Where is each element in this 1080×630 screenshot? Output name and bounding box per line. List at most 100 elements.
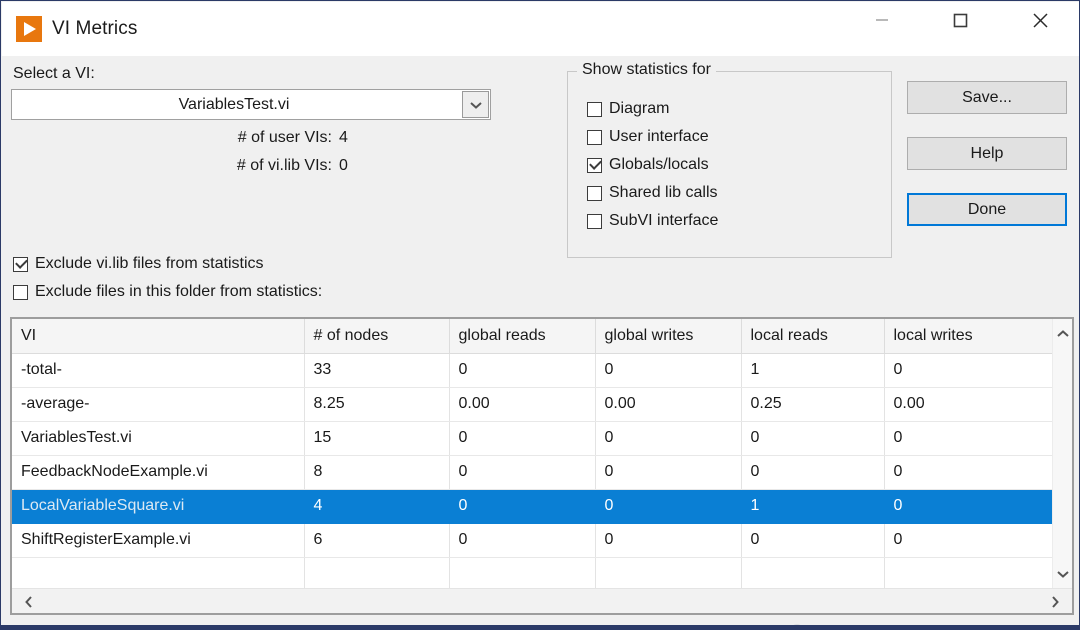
stat-checkbox-shared-lib-calls[interactable]: Shared lib calls — [587, 184, 718, 202]
vilib-vis-label: # of vi.lib VIs: — [72, 157, 332, 175]
column-header-global-reads[interactable]: global reads — [449, 319, 595, 353]
cell-local-writes: 0 — [884, 353, 1052, 387]
cell-global-reads: 0 — [449, 455, 595, 489]
table-row[interactable]: -average- 8.25 0.00 0.00 0.25 0.00 — [12, 387, 1052, 421]
cell-local-reads: 0 — [741, 421, 884, 455]
cell-global-writes: 0 — [595, 455, 741, 489]
metrics-table: VI # of nodes global reads global writes… — [12, 319, 1052, 592]
cell-nodes: 6 — [304, 523, 449, 557]
cell-global-reads: 0 — [449, 489, 595, 523]
close-icon — [1032, 12, 1049, 29]
select-vi-label: Select a VI: — [13, 65, 95, 83]
cell-global-reads: 0 — [449, 421, 595, 455]
cell-global-reads: 0.00 — [449, 387, 595, 421]
exclude-folder-label: Exclude files in this folder from statis… — [35, 283, 322, 301]
maximize-button[interactable] — [937, 2, 983, 38]
cell-nodes: 4 — [304, 489, 449, 523]
chevron-left-icon — [24, 595, 34, 609]
cell-global-writes: 0 — [595, 421, 741, 455]
chevron-down-icon — [1056, 569, 1070, 579]
column-header-vi[interactable]: VI — [12, 319, 304, 353]
stat-checkbox-label: Globals/locals — [609, 156, 709, 174]
table-row[interactable]: ShiftRegisterExample.vi 6 0 0 0 0 — [12, 523, 1052, 557]
chevron-up-icon — [1056, 329, 1070, 339]
vi-select-dropdown[interactable]: VariablesTest.vi — [11, 89, 491, 120]
table-row[interactable]: FeedbackNodeExample.vi 8 0 0 0 0 — [12, 455, 1052, 489]
labview-run-arrow-icon — [16, 16, 42, 42]
stat-checkbox-globals-locals[interactable]: Globals/locals — [587, 156, 709, 174]
table-row-selected[interactable]: LocalVariableSquare.vi 4 0 0 1 0 — [12, 489, 1052, 523]
exclude-vilib-label: Exclude vi.lib files from statistics — [35, 255, 264, 273]
stat-checkbox-label: User interface — [609, 128, 709, 146]
cell-local-reads: 0.25 — [741, 387, 884, 421]
stat-checkbox-label: SubVI interface — [609, 212, 718, 230]
title-bar: VI Metrics — [2, 2, 1080, 56]
cell-local-writes: 0 — [884, 455, 1052, 489]
scroll-up-button[interactable] — [1053, 324, 1073, 344]
cell-local-reads — [741, 557, 884, 591]
stat-checkbox-subvi-interface[interactable]: SubVI interface — [587, 212, 718, 230]
exclude-folder-checkbox-row[interactable]: Exclude files in this folder from statis… — [13, 283, 322, 301]
cell-nodes — [304, 557, 449, 591]
cell-vi: ShiftRegisterExample.vi — [12, 523, 304, 557]
vi-metrics-window: VI Metrics Select a VI: VariablesTest.vi — [0, 0, 1080, 630]
cell-global-reads — [449, 557, 595, 591]
cell-local-writes: 0 — [884, 489, 1052, 523]
scroll-right-button[interactable] — [1044, 591, 1066, 613]
checkbox-unchecked-icon[interactable] — [587, 130, 602, 145]
checkbox-unchecked-icon[interactable] — [587, 214, 602, 229]
close-button[interactable] — [1017, 2, 1063, 38]
checkbox-unchecked-icon[interactable] — [13, 285, 28, 300]
maximize-icon — [953, 13, 968, 28]
window-title: VI Metrics — [52, 18, 137, 40]
bottom-edge-strip — [1, 625, 1080, 629]
scroll-left-button[interactable] — [18, 591, 40, 613]
metrics-table-container: VI # of nodes global reads global writes… — [10, 317, 1074, 615]
cell-local-reads: 1 — [741, 353, 884, 387]
client-area: Select a VI: VariablesTest.vi # of user … — [2, 56, 1080, 630]
exclude-vilib-checkbox-row[interactable]: Exclude vi.lib files from statistics — [13, 255, 264, 273]
chevron-down-icon[interactable] — [462, 91, 489, 118]
cell-local-reads: 1 — [741, 489, 884, 523]
user-vis-value: 4 — [339, 129, 348, 147]
checkbox-unchecked-icon[interactable] — [587, 186, 602, 201]
cell-nodes: 15 — [304, 421, 449, 455]
vi-select-value: VariablesTest.vi — [12, 96, 462, 114]
table-vertical-scrollbar[interactable] — [1052, 319, 1072, 592]
cell-global-reads: 0 — [449, 353, 595, 387]
cell-vi — [12, 557, 304, 591]
vilib-vis-value: 0 — [339, 157, 348, 175]
table-horizontal-scrollbar[interactable] — [12, 588, 1072, 613]
column-header-nodes[interactable]: # of nodes — [304, 319, 449, 353]
cell-vi: -average- — [12, 387, 304, 421]
cell-local-writes — [884, 557, 1052, 591]
cell-global-writes: 0 — [595, 489, 741, 523]
checkbox-checked-icon[interactable] — [13, 257, 28, 272]
help-button[interactable]: Help — [907, 137, 1067, 170]
table-row[interactable]: VariablesTest.vi 15 0 0 0 0 — [12, 421, 1052, 455]
scroll-down-button[interactable] — [1053, 564, 1073, 584]
done-button[interactable]: Done — [907, 193, 1067, 226]
table-row[interactable]: -total- 33 0 0 1 0 — [12, 353, 1052, 387]
checkbox-checked-icon[interactable] — [587, 158, 602, 173]
cell-local-reads: 0 — [741, 455, 884, 489]
cell-global-writes — [595, 557, 741, 591]
table-header-row: VI # of nodes global reads global writes… — [12, 319, 1052, 353]
minimize-button[interactable] — [859, 2, 905, 38]
cell-local-writes: 0 — [884, 421, 1052, 455]
save-button[interactable]: Save... — [907, 81, 1067, 114]
stat-checkbox-label: Shared lib calls — [609, 184, 718, 202]
cell-vi: LocalVariableSquare.vi — [12, 489, 304, 523]
metrics-table-viewport: VI # of nodes global reads global writes… — [12, 319, 1052, 592]
checkbox-unchecked-icon[interactable] — [587, 102, 602, 117]
stat-checkbox-user-interface[interactable]: User interface — [587, 128, 709, 146]
cell-nodes: 8.25 — [304, 387, 449, 421]
cell-global-writes: 0 — [595, 353, 741, 387]
column-header-local-writes[interactable]: local writes — [884, 319, 1052, 353]
cell-nodes: 33 — [304, 353, 449, 387]
table-row[interactable] — [12, 557, 1052, 591]
column-header-local-reads[interactable]: local reads — [741, 319, 884, 353]
column-header-global-writes[interactable]: global writes — [595, 319, 741, 353]
stat-checkbox-diagram[interactable]: Diagram — [587, 100, 669, 118]
show-statistics-group-title: Show statistics for — [577, 61, 716, 79]
